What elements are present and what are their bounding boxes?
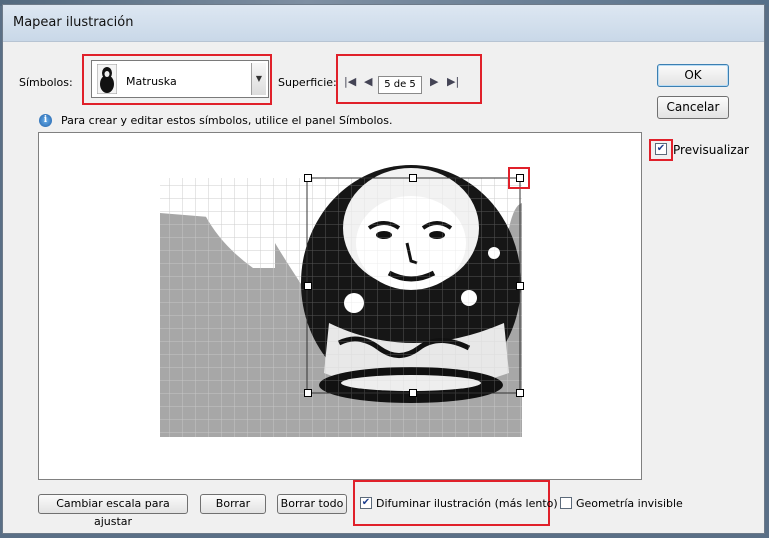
cancel-button[interactable]: Cancelar (657, 96, 729, 119)
preview-canvas[interactable] (38, 132, 642, 480)
symbol-selected-value: Matruska (126, 75, 177, 88)
next-page-icon[interactable]: ▶ (430, 75, 438, 88)
last-page-icon[interactable]: ▶| (447, 75, 459, 88)
handle-bottom-right[interactable] (516, 389, 524, 397)
symbol-select[interactable]: Matruska ▼ (91, 60, 269, 98)
symbol-label: Símbolos: (19, 76, 73, 89)
matryoshka-thumbnail-icon (97, 64, 117, 94)
scale-to-fit-button[interactable]: Cambiar escala para ajustar (38, 494, 188, 528)
preview-label: Previsualizar (673, 143, 749, 157)
info-icon: i (39, 114, 52, 127)
clear-all-button[interactable]: Borrar todo (277, 494, 347, 514)
handle-highlight (508, 167, 530, 189)
handle-top-left[interactable] (304, 174, 312, 182)
surface-label: Superficie: (278, 76, 337, 89)
dialog-title: Mapear ilustración (13, 15, 134, 30)
title-bar: Mapear ilustración (3, 5, 764, 42)
invisible-geometry-label: Geometría invisible (576, 497, 683, 510)
shade-checkbox[interactable]: ✔ (360, 497, 372, 509)
handle-middle-left[interactable] (304, 282, 312, 290)
clear-button[interactable]: Borrar (200, 494, 266, 514)
handle-bottom-center[interactable] (409, 389, 417, 397)
handle-top-center[interactable] (409, 174, 417, 182)
shade-label: Difuminar ilustración (más lento) (376, 497, 558, 510)
first-page-icon[interactable]: |◀ (344, 75, 356, 88)
handle-bottom-left[interactable] (304, 389, 312, 397)
preview-checkbox[interactable]: ✔ (655, 143, 667, 155)
chevron-down-icon[interactable]: ▼ (251, 63, 266, 95)
map-art-dialog: Mapear ilustración Símbolos: Matruska ▼ … (2, 4, 765, 534)
prev-page-icon[interactable]: ◀ (364, 75, 372, 88)
invisible-geometry-checkbox[interactable] (560, 497, 572, 509)
map-preview-illustration (160, 165, 522, 437)
handle-middle-right[interactable] (516, 282, 524, 290)
info-text: Para crear y editar estos símbolos, util… (61, 114, 393, 127)
surface-page-field[interactable]: 5 de 5 (378, 76, 422, 94)
ok-button[interactable]: OK (657, 64, 729, 87)
